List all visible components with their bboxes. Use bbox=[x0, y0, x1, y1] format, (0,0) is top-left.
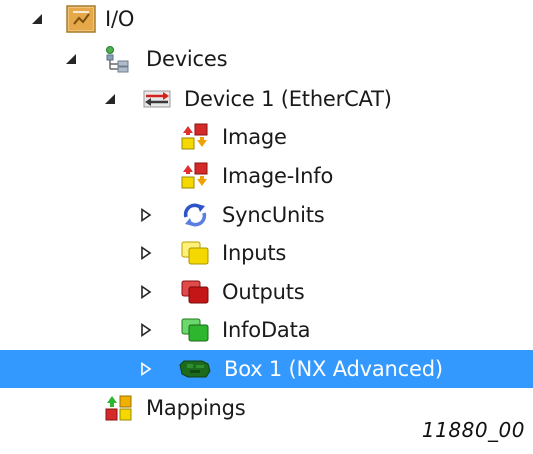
figure-id: 11880_00 bbox=[421, 418, 525, 442]
io-tree: I/O Devices Device 1 (EtherCAT) Image Im… bbox=[0, 0, 533, 454]
collapsed-arrow-icon[interactable] bbox=[137, 234, 157, 272]
tree-node-label: InfoData bbox=[222, 318, 311, 342]
tree-node-devices[interactable]: Devices bbox=[0, 40, 533, 78]
tree-node-label: Image-Info bbox=[222, 164, 334, 188]
tree-node-label: Box 1 (NX Advanced) bbox=[224, 357, 443, 381]
expanded-arrow-icon[interactable] bbox=[62, 40, 82, 78]
tree-node-box-1[interactable]: Box 1 (NX Advanced) bbox=[0, 350, 533, 388]
tree-node-inputs[interactable]: Inputs bbox=[0, 234, 533, 272]
collapsed-arrow-icon[interactable] bbox=[137, 273, 157, 311]
tree-node-label: I/O bbox=[105, 7, 135, 31]
tree-node-syncunits[interactable]: SyncUnits bbox=[0, 196, 533, 234]
tree-node-label: Devices bbox=[146, 47, 228, 71]
io-folder-icon bbox=[66, 5, 96, 33]
collapsed-arrow-icon[interactable] bbox=[137, 350, 157, 388]
tree-node-label: SyncUnits bbox=[222, 203, 325, 227]
tree-node-io[interactable]: I/O bbox=[0, 0, 533, 38]
tree-node-infodata[interactable]: InfoData bbox=[0, 311, 533, 349]
tree-node-label: Image bbox=[222, 125, 287, 149]
infodata-icon bbox=[180, 316, 210, 344]
ethercat-device-icon bbox=[142, 85, 172, 113]
tree-node-image-info[interactable]: Image-Info bbox=[0, 157, 533, 195]
tree-node-label: Outputs bbox=[222, 280, 305, 304]
expanded-arrow-icon[interactable] bbox=[101, 80, 121, 118]
collapsed-arrow-icon[interactable] bbox=[137, 311, 157, 349]
mappings-icon bbox=[104, 394, 134, 422]
outputs-icon bbox=[180, 278, 210, 306]
tree-node-image[interactable]: Image bbox=[0, 118, 533, 156]
collapsed-arrow-icon[interactable] bbox=[137, 196, 157, 234]
image-icon bbox=[180, 123, 210, 151]
tree-node-label: Mappings bbox=[146, 396, 246, 420]
devices-tree-icon bbox=[104, 45, 134, 73]
expanded-arrow-icon[interactable] bbox=[28, 0, 48, 38]
box-module-icon bbox=[178, 355, 211, 383]
tree-node-outputs[interactable]: Outputs bbox=[0, 273, 533, 311]
tree-node-device-1[interactable]: Device 1 (EtherCAT) bbox=[0, 80, 533, 118]
tree-node-label: Inputs bbox=[222, 241, 287, 265]
tree-node-label: Device 1 (EtherCAT) bbox=[184, 87, 392, 111]
sync-arrows-icon bbox=[180, 201, 210, 229]
inputs-icon bbox=[180, 239, 210, 267]
image-info-icon bbox=[180, 162, 210, 190]
